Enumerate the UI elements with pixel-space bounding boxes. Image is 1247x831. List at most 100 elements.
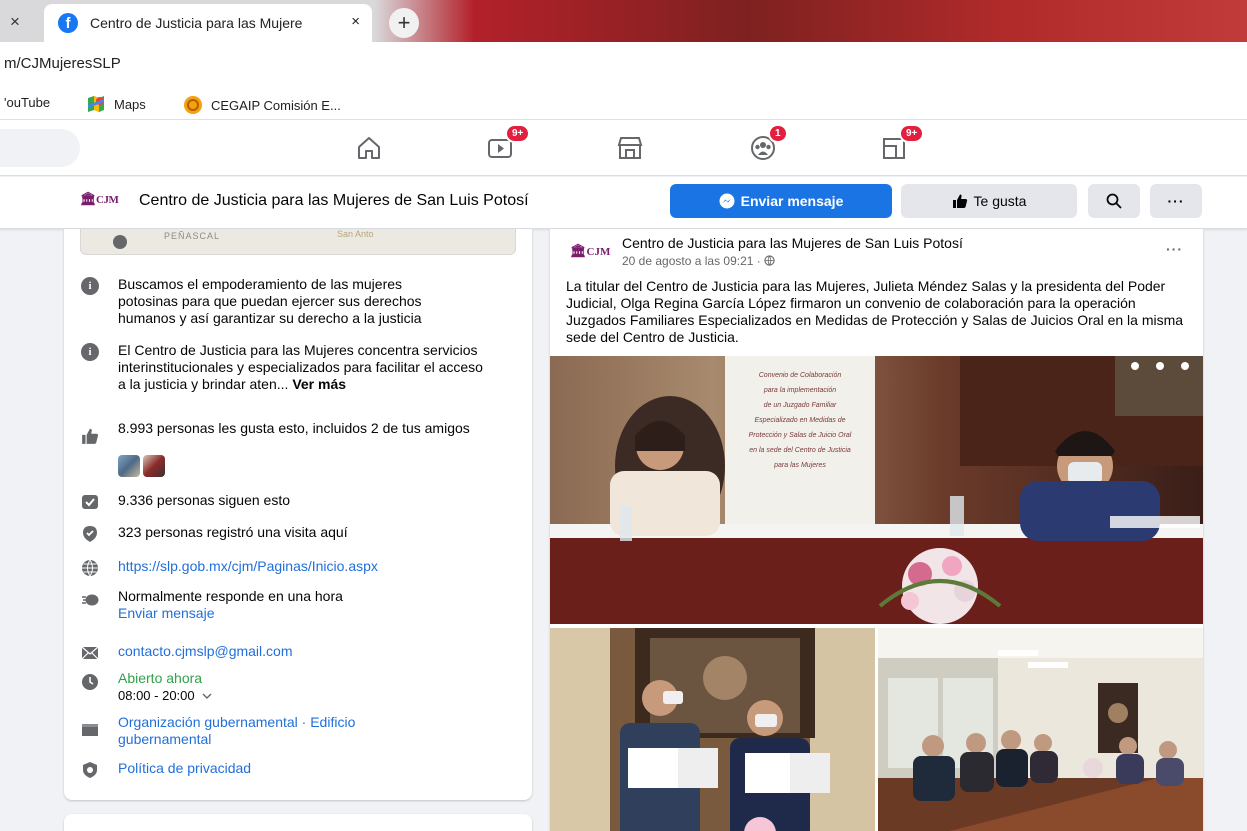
mission-text: Buscamos el empoderamiento de las mujere… [118,276,422,326]
address-bar[interactable]: m/CJMujeresSLP [0,42,1247,86]
about-description: i El Centro de Justicia para las Mujeres… [80,342,490,393]
location-map[interactable]: PEÑASCAL San Anto [80,229,516,255]
clock-icon [82,674,98,690]
friends-avatars [118,455,165,477]
post-photo-3[interactable] [878,628,1203,831]
see-more-link[interactable]: Ver más [292,376,346,392]
banner-line: en la sede del Centro de Justicia [749,447,851,454]
banner-line: para la implementación [763,387,837,394]
avatar[interactable] [143,455,165,477]
email-link[interactable]: contacto.cjmslp@gmail.com [118,643,293,663]
facebook-search-input[interactable] [0,129,80,167]
banner-line: para las Mujeres [774,462,826,469]
close-tab-icon[interactable]: × [10,12,20,32]
followers-icon [82,495,98,509]
agreement-banner: Convenio de Colaboración para la impleme… [730,368,870,473]
followers-count: 9.336 personas siguen esto [118,492,291,508]
browser-tab-active[interactable]: f Centro de Justicia para las Mujere × [44,4,372,42]
post-timestamp[interactable]: 20 de agosto a las 09:21 · [622,254,775,268]
post-card: 🏛CJM Centro de Justicia para las Mujeres… [550,229,1203,831]
banner-line: Convenio de Colaboración [758,372,842,379]
hours-dropdown[interactable]: 08:00 - 20:00 [118,687,213,704]
about-likes: 8.993 personas les gusta esto, incluidos… [80,420,490,446]
page-search-button[interactable] [1088,184,1140,218]
send-message-button[interactable]: Enviar mensaje [670,184,892,218]
like-label: Te gusta [973,193,1027,209]
bookmark-maps[interactable]: Maps [86,95,146,113]
tab-title: Centro de Justicia para las Mujere [90,15,303,31]
post-photo-2[interactable] [550,628,875,831]
banner-line: de un Juzgado Familiar [763,402,837,409]
post-options-button[interactable]: ··· [1166,241,1183,257]
new-tab-button[interactable]: + [389,8,419,38]
page-logo[interactable]: 🏛CJM [80,191,126,213]
next-card [64,814,532,831]
maps-icon [88,96,104,112]
send-message-link[interactable]: Enviar mensaje [118,605,343,622]
globe-icon [82,559,98,577]
url-text[interactable]: m/CJMujeresSLP [4,55,121,72]
post-photo-main[interactable]: Convenio de Colaboración para la impleme… [550,356,1203,624]
groups-badge: 1 [768,124,788,143]
banner-line: Protección y Salas de Juicio Oral [748,432,852,439]
checkin-icon [83,526,97,542]
about-checkins: 323 personas registró una visita aquí [80,524,348,544]
avatar[interactable] [118,455,140,477]
likes-count[interactable]: 8.993 personas les gusta esto, incluidos… [118,420,470,446]
facebook-favicon-icon: f [58,13,78,33]
bookmarks-bar: 'ouTube Maps CEGAIP Comisión E... [0,86,1247,120]
about-privacy: Política de privacidad [80,760,251,780]
bookmark-label: Maps [114,96,146,112]
gaming-badge: 9+ [899,124,925,143]
website-link[interactable]: https://slp.gob.mx/cjm/Paginas/Inicio.as… [118,558,378,578]
response-text: Normalmente responde en una hora [118,588,343,604]
cegaip-icon [184,96,202,114]
watch-badge: 9+ [505,124,531,143]
handshake-photo [550,628,875,831]
post-author[interactable]: Centro de Justicia para las Mujeres de S… [622,235,963,251]
about-card: PEÑASCAL San Anto i Buscamos el empodera… [64,229,532,800]
signing-photo [550,356,1203,624]
home-icon[interactable] [355,134,383,162]
info-icon: i [81,277,99,295]
messenger-icon [719,193,735,209]
thumbs-up-icon [82,428,99,444]
checkins-count: 323 personas registró una visita aquí [118,524,348,540]
open-status: Abierto ahora [118,670,203,686]
chevron-down-icon [202,693,212,699]
about-email: contacto.cjmslp@gmail.com [80,643,293,663]
page-title[interactable]: Centro de Justicia para las Mujeres de S… [139,192,529,210]
like-page-button[interactable]: Te gusta [901,184,1077,218]
browser-tab-bar: × f Centro de Justicia para las Mujere ×… [0,0,1247,42]
map-label: PEÑASCAL [164,231,221,241]
page-header: 🏛CJM Centro de Justicia para las Mujeres… [0,177,1247,229]
post-avatar[interactable]: 🏛CJM [570,243,610,259]
tab-close-icon[interactable]: × [351,13,360,30]
bookmark-label: CEGAIP Comisión E... [211,97,341,113]
about-hours: Abierto ahora 08:00 - 20:00 [80,670,213,704]
response-time-icon [82,594,99,606]
privacy-link[interactable]: Política de privacidad [118,760,251,780]
about-followers: 9.336 personas siguen esto [80,492,290,512]
bookmark-youtube[interactable]: 'ouTube [4,95,50,110]
bookmark-cegaip[interactable]: CEGAIP Comisión E... [183,95,341,115]
map-label-2: San Anto [337,229,374,239]
banner-line: Especializado en Medidas de [754,417,846,424]
facebook-top-nav: 9+ 1 9+ [0,120,1247,176]
about-response: Normalmente responde en una hora Enviar … [80,588,343,622]
category-link[interactable]: Organización gubernamental · Edificio gu… [118,714,400,748]
thumbs-up-icon [952,194,967,208]
map-pin-icon [113,235,127,249]
email-icon [81,646,99,660]
globe-icon [764,255,775,266]
page-more-button[interactable]: ··· [1150,184,1202,218]
info-icon: i [81,343,99,361]
about-mission: i Buscamos el empoderamiento de las muje… [80,276,460,327]
post-date-text: 20 de agosto a las 09:21 · [622,254,761,268]
bookmark-label: 'ouTube [4,95,51,110]
post-text: La titular del Centro de Justicia para l… [566,278,1184,345]
send-message-label: Enviar mensaje [740,193,844,209]
about-website: https://slp.gob.mx/cjm/Paginas/Inicio.as… [80,558,378,578]
meeting-room-photo [878,628,1203,831]
marketplace-icon[interactable] [616,134,644,162]
